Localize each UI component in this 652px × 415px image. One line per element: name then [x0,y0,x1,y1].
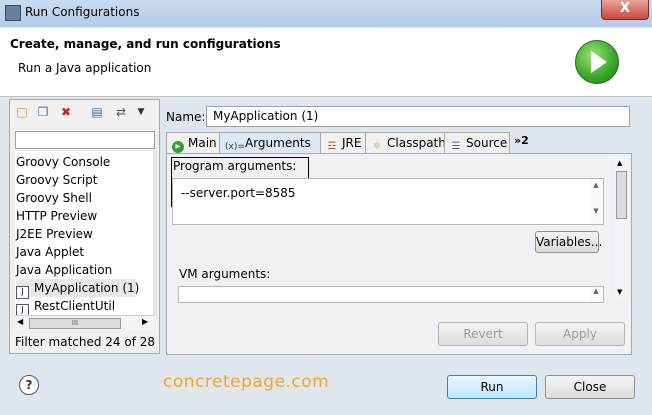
run-button[interactable]: Run [447,375,537,399]
jre-tab-icon: ☲ [327,141,337,152]
main-tab-icon: ▸ [172,141,184,153]
list-horizontal-scrollbar[interactable]: ◀ III ▶ [15,315,153,330]
apply-button[interactable]: Apply [535,322,625,346]
run-banner-icon [575,40,619,84]
dropdown-icon[interactable]: ▼ [134,105,148,119]
close-button[interactable]: Close [545,375,635,399]
filter-status-text: Filter matched 24 of 28 items [15,335,157,349]
list-vertical-scrollbar[interactable] [153,151,157,316]
list-item[interactable]: Groovy Console [16,153,110,171]
textarea-scrollbar[interactable]: ▲ ▼ [589,179,603,224]
delete-icon[interactable]: ✖ [59,105,73,119]
name-field[interactable]: MyApplication (1) [206,106,630,127]
name-label: Name: [166,110,206,124]
textarea-scrollbar[interactable]: ▲ [589,287,603,302]
tab-main[interactable]: ▸ Main [166,132,220,153]
tab-classpath[interactable]: ⚛ Classpath [365,132,446,153]
revert-button[interactable]: Revert [438,322,528,346]
tab-jre[interactable]: ☲ JRE [320,132,366,153]
program-arguments-textarea[interactable]: --server.port=8585 ▲ ▼ [172,178,604,225]
tab-source[interactable]: ☰ Source [444,132,510,153]
scroll-down-icon[interactable]: ▼ [617,288,622,296]
window-title: Run Configurations [25,5,140,19]
header-subtitle: Run a Java application [18,61,152,75]
vm-arguments-label: VM arguments: [179,267,271,281]
filter-input[interactable] [15,131,155,149]
config-tabs: ▸ Main (x)=Arguments ☲ JRE ⚛ Classpath ☰ Sou… [166,132,630,154]
help-icon[interactable]: ? [19,375,39,395]
list-item[interactable]: Java Applet [16,243,84,261]
more-tabs-button[interactable]: »2 [514,134,529,147]
list-item[interactable]: Java Application [16,261,112,279]
scroll-up-icon[interactable]: ▲ [617,159,622,167]
header-title: Create, manage, and run configurations [10,37,281,51]
watermark: concretepage.com [163,372,330,392]
window-close-button[interactable]: X [601,0,649,20]
list-item-label: MyApplication (1) [34,281,140,295]
program-arguments-label: Program arguments: [173,159,297,173]
list-item[interactable]: Groovy Shell [16,189,92,207]
title-bar: Run Configurations X [0,0,652,27]
collapse-all-icon[interactable]: ▤ [90,105,104,119]
filter-icon[interactable]: ⇄ [114,105,128,119]
source-tab-icon: ☰ [451,141,461,152]
configuration-tree-panel: □ ❐ ✖ ▤ ⇄ ▼ Groovy Console Groovy Script… [9,99,160,354]
vm-arguments-textarea[interactable]: ▲ [178,286,604,303]
new-config-icon[interactable]: □ [15,105,29,119]
list-item-label: RestClientUtil [34,299,116,313]
arguments-tab-icon: (x)= [225,142,245,152]
name-field-value: MyApplication (1) [213,109,319,123]
dialog-header: Create, manage, and run configurations R… [0,28,652,97]
classpath-tab-icon: ⚛ [372,141,382,152]
list-item[interactable]: J2EE Preview [16,225,93,243]
scroll-left-icon[interactable]: ◀ [17,317,23,326]
scroll-right-icon[interactable]: ▶ [142,317,148,326]
list-item[interactable]: J RestClientUtil [16,297,116,316]
list-item-selected[interactable]: J MyApplication (1) [16,279,140,299]
configuration-list: Groovy Console Groovy Script Groovy Shel… [15,151,153,316]
scroll-thumb[interactable]: III [29,318,121,329]
scroll-thumb[interactable] [616,171,627,219]
variables-button[interactable]: Variables... [535,231,602,253]
tab-vertical-scrollbar[interactable]: ▲ ▼ [614,159,628,299]
app-icon [5,5,21,21]
program-arguments-value: --server.port=8585 [181,186,296,200]
tab-arguments[interactable]: (x)=Arguments [219,132,321,153]
list-item[interactable]: HTTP Preview [16,207,97,225]
duplicate-icon[interactable]: ❐ [36,105,50,119]
list-item[interactable]: Groovy Script [16,171,97,189]
